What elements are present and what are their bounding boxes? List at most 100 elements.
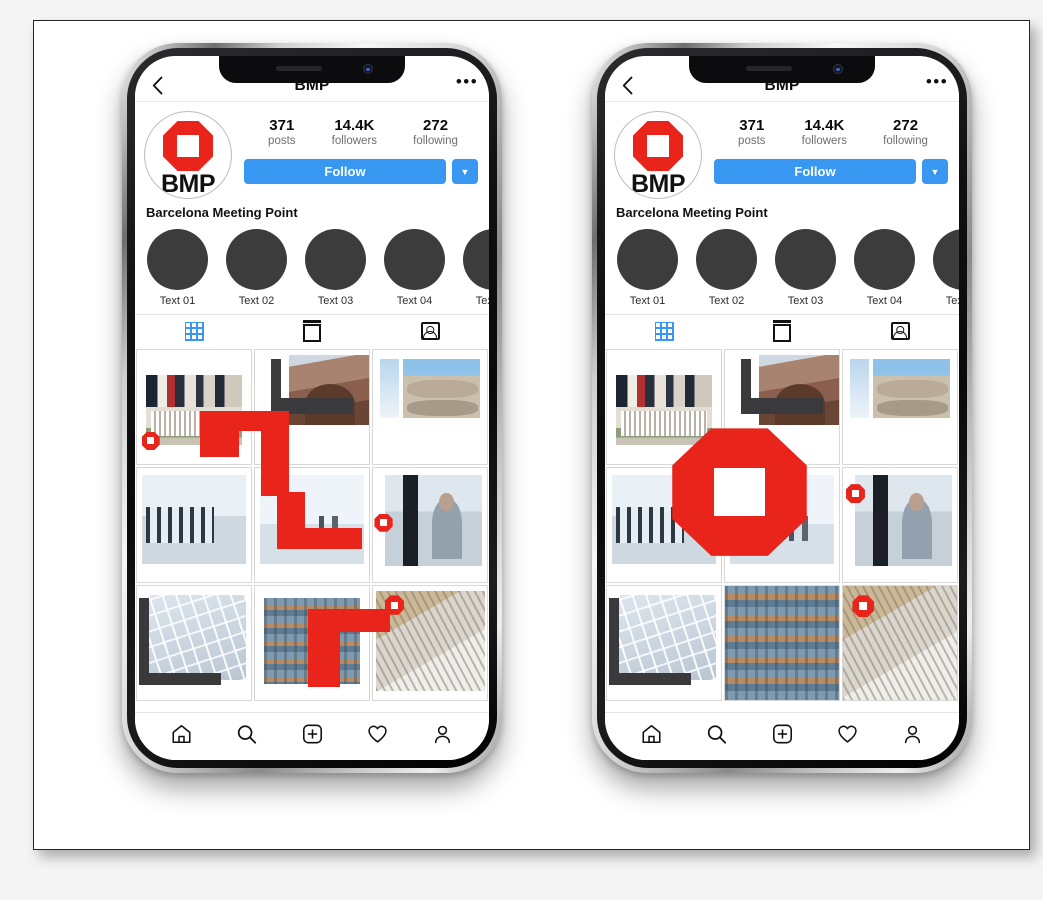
chevron-down-icon[interactable]: ▼ xyxy=(922,159,948,185)
avatar-word: BMP xyxy=(630,170,686,198)
phone-notch xyxy=(689,56,875,83)
ellipsis-icon[interactable]: ••• xyxy=(445,72,489,99)
post-cell[interactable] xyxy=(136,349,252,465)
chevron-left-icon[interactable] xyxy=(605,76,649,95)
post-cell[interactable] xyxy=(136,585,252,701)
tab-reels[interactable] xyxy=(253,315,371,347)
post-cell[interactable] xyxy=(724,585,840,702)
stat-followers[interactable]: 14.4K followers xyxy=(802,117,847,148)
stat-followers[interactable]: 14.4K followers xyxy=(332,117,377,148)
post-cell[interactable] xyxy=(372,349,488,465)
stat-following-value: 272 xyxy=(423,117,449,134)
chevron-down-icon[interactable]: ▼ xyxy=(452,159,478,185)
follow-button[interactable]: Follow xyxy=(244,159,446,185)
post-cell[interactable] xyxy=(254,467,370,583)
post-cell[interactable] xyxy=(842,349,958,465)
post-cell[interactable] xyxy=(372,467,488,583)
post-cell[interactable] xyxy=(842,585,958,701)
ellipsis-icon[interactable]: ••• xyxy=(915,72,959,99)
reels-icon xyxy=(303,320,321,342)
avatar-word: BMP xyxy=(160,170,216,198)
highlight-label: Text 01 xyxy=(159,295,196,307)
highlight-item[interactable]: Text 02 xyxy=(226,229,287,307)
highlight-label: Text 05 xyxy=(475,295,489,307)
highlight-item[interactable]: Text 03 xyxy=(775,229,836,307)
reels-icon xyxy=(773,320,791,342)
stat-followers-label: followers xyxy=(801,134,848,147)
profile-display-name: Barcelona Meeting Point xyxy=(146,205,298,220)
nav-home[interactable] xyxy=(619,723,684,745)
chevron-left-icon[interactable] xyxy=(135,76,179,95)
nav-search[interactable] xyxy=(684,723,749,745)
tagged-icon xyxy=(420,322,440,340)
follow-button[interactable]: Follow xyxy=(714,159,916,185)
highlight-item[interactable]: Text 02 xyxy=(696,229,757,307)
post-cell[interactable] xyxy=(254,585,370,702)
highlight-circle-icon xyxy=(147,229,208,290)
profile-actions: Follow ▼ xyxy=(244,159,480,185)
post-cell[interactable] xyxy=(842,467,958,583)
post-grid xyxy=(136,349,488,702)
post-cell[interactable] xyxy=(606,349,722,465)
highlight-item[interactable]: Text 01 xyxy=(617,229,678,307)
tab-tagged[interactable] xyxy=(371,315,489,347)
nav-create[interactable] xyxy=(279,723,344,745)
nav-search[interactable] xyxy=(214,723,279,745)
nav-activity[interactable] xyxy=(345,723,410,745)
highlight-label: Text 01 xyxy=(629,295,666,307)
highlight-label: Text 03 xyxy=(787,295,824,307)
tagged-icon xyxy=(890,322,910,340)
highlight-circle-icon xyxy=(854,229,915,290)
highlight-item[interactable]: Text 03 xyxy=(305,229,366,307)
stat-posts[interactable]: 371 posts xyxy=(268,117,296,148)
avatar[interactable]: BMP xyxy=(614,111,702,199)
profile-tabs xyxy=(605,314,959,347)
tab-reels[interactable] xyxy=(723,315,841,347)
post-cell[interactable] xyxy=(606,467,722,583)
nav-create[interactable] xyxy=(749,723,814,745)
profile-actions: Follow ▼ xyxy=(714,159,950,185)
avatar[interactable]: BMP xyxy=(144,111,232,199)
highlight-item[interactable]: Text 04 xyxy=(854,229,915,307)
highlight-item[interactable]: Text 04 xyxy=(384,229,445,307)
profile-details: 371 posts 14.4K followers 272 following xyxy=(232,111,480,185)
highlight-item[interactable]: Text 01 xyxy=(147,229,208,307)
stat-posts-value: 371 xyxy=(269,117,295,134)
stat-posts-label: posts xyxy=(738,134,766,147)
highlight-item[interactable]: Text 05 xyxy=(463,229,489,307)
red-octagon-logo-icon xyxy=(633,121,683,171)
nav-activity[interactable] xyxy=(815,723,880,745)
presentation-card: BMP ••• BMP 371 posts 14.4K followers 27… xyxy=(33,20,1030,850)
post-cell[interactable] xyxy=(724,349,840,465)
logo-badge-icon xyxy=(852,595,874,618)
highlight-label: Text 02 xyxy=(238,295,275,307)
nav-profile[interactable] xyxy=(880,723,945,745)
stat-following[interactable]: 272 following xyxy=(413,117,458,148)
highlight-circle-icon xyxy=(617,229,678,290)
stats-row: 371 posts 14.4K followers 272 following xyxy=(244,117,480,148)
tab-tagged[interactable] xyxy=(841,315,959,347)
post-cell[interactable] xyxy=(372,585,488,701)
red-octagon-logo-icon xyxy=(163,121,213,171)
stat-followers-value: 14.4K xyxy=(334,117,375,134)
highlight-label: Text 03 xyxy=(317,295,354,307)
profile-tabs xyxy=(135,314,489,347)
post-cell[interactable] xyxy=(254,349,370,465)
tab-grid[interactable] xyxy=(605,315,723,347)
stat-following[interactable]: 272 following xyxy=(883,117,928,148)
nav-home[interactable] xyxy=(149,723,214,745)
post-cell[interactable] xyxy=(136,467,252,583)
stat-posts[interactable]: 371 posts xyxy=(738,117,766,148)
highlight-label: Text 04 xyxy=(396,295,433,307)
highlight-circle-icon xyxy=(933,229,959,290)
stat-followers-label: followers xyxy=(331,134,378,147)
highlight-circle-icon xyxy=(463,229,489,290)
highlight-item[interactable]: Text 05 xyxy=(933,229,959,307)
nav-profile[interactable] xyxy=(410,723,475,745)
front-camera-icon xyxy=(833,64,843,74)
highlight-circle-icon xyxy=(384,229,445,290)
post-cell[interactable] xyxy=(724,467,840,583)
tab-grid[interactable] xyxy=(135,315,253,347)
post-cell[interactable] xyxy=(606,585,722,701)
highlight-label: Text 05 xyxy=(945,295,959,307)
